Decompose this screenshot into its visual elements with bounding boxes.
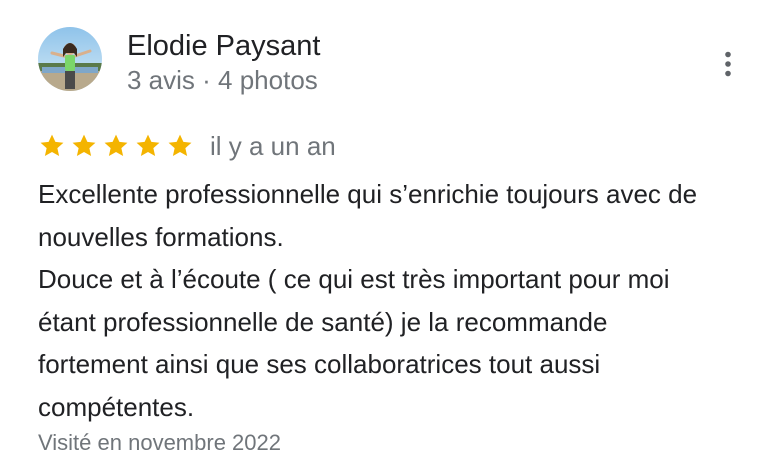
author-avatar[interactable] bbox=[38, 27, 102, 91]
star-icon bbox=[168, 134, 192, 157]
visit-date: Visité en novembre 2022 bbox=[38, 430, 281, 455]
review-text-line: compétentes. bbox=[38, 391, 195, 422]
review-text: Excellente professionnelle qui s’enrichi… bbox=[38, 173, 758, 428]
author-name[interactable]: Elodie Paysant bbox=[127, 28, 320, 64]
author-meta[interactable]: 3 avis · 4 photos bbox=[127, 63, 318, 97]
star-icon bbox=[136, 134, 160, 157]
review-date: il y a un an bbox=[210, 131, 336, 161]
more-options-button[interactable] bbox=[712, 46, 744, 82]
review-text-line: étant professionnelle de santé) je la re… bbox=[38, 306, 608, 337]
review-text-line: Douce et à l’écoute ( ce qui est très im… bbox=[38, 264, 670, 294]
profile-photo-icon bbox=[38, 27, 102, 91]
review-card: Elodie Paysant 3 avis · 4 photos il y a … bbox=[0, 0, 776, 468]
rating-row: il y a un an bbox=[38, 129, 336, 163]
more-vert-icon bbox=[725, 51, 731, 77]
star-icon bbox=[40, 134, 64, 157]
star-rating bbox=[38, 132, 194, 160]
star-icon bbox=[104, 134, 128, 157]
review-text-line: Excellente professionnelle qui s’enrichi… bbox=[38, 179, 698, 209]
review-text-line: fortement ainsi que ses collaboratrices … bbox=[38, 349, 601, 379]
star-icon bbox=[72, 134, 96, 157]
review-text-line: nouvelles formations. bbox=[38, 221, 284, 252]
